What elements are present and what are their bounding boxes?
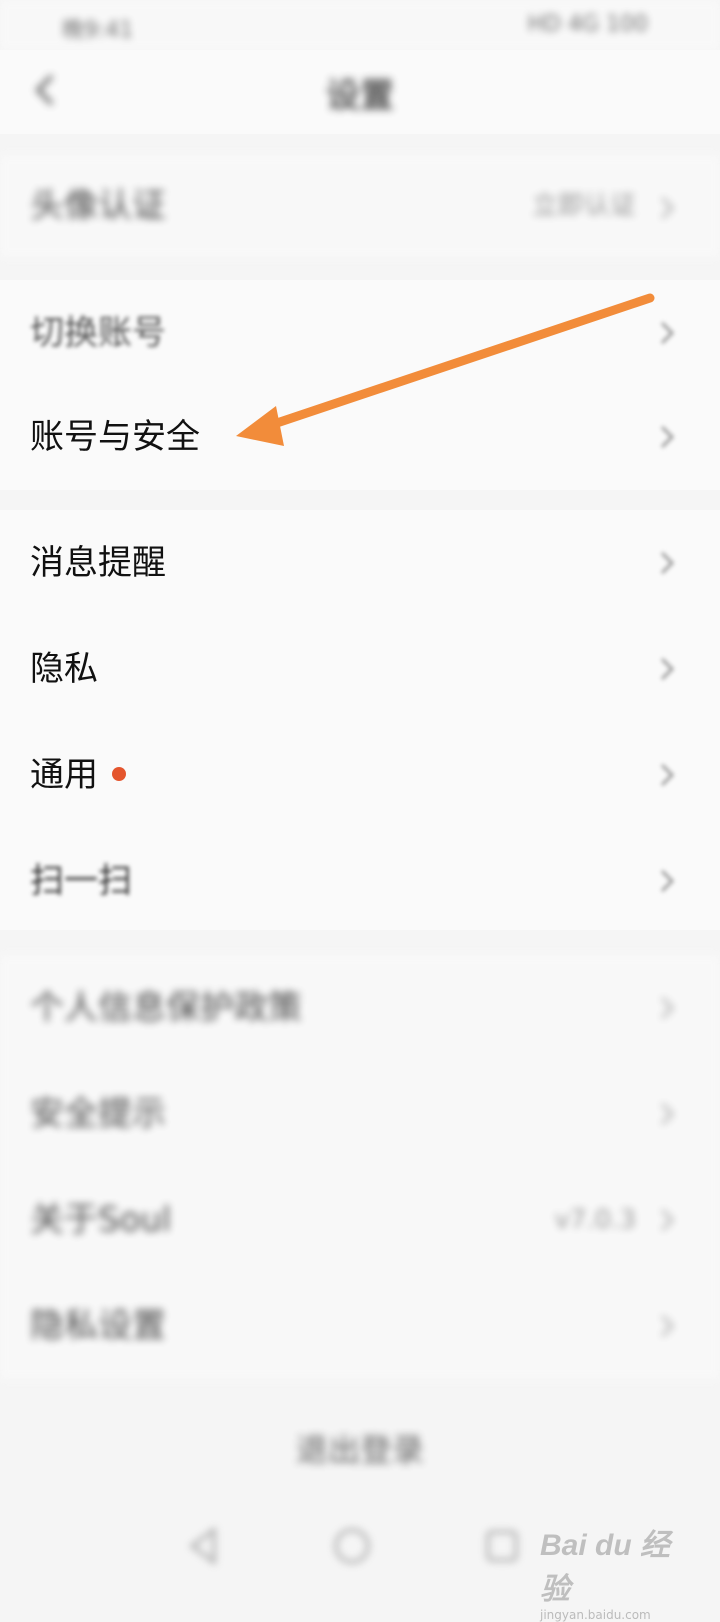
row-notifications[interactable]: 消息提醒 <box>0 510 720 616</box>
section-about: 个人信息保护政策 安全提示 关于Soul v7.0.3 隐私设置 <box>0 955 720 1379</box>
row-scan[interactable]: 扫一扫 <box>0 828 720 934</box>
red-dot-badge <box>112 766 126 781</box>
chevron-right-icon <box>660 384 684 490</box>
row-avatar-auth[interactable]: 头像认证 立即认证 <box>0 155 720 257</box>
section-account: 切换账号 账号与安全 <box>0 280 720 490</box>
row-label: 扫一扫 <box>30 861 132 901</box>
section-general: 消息提醒 隐私 通用 扫一扫 <box>0 510 720 930</box>
row-label: 头像认证 <box>30 186 166 226</box>
row-label: 个人信息保护政策 <box>30 988 302 1028</box>
chevron-right-icon <box>660 510 684 616</box>
baidu-jingyan-watermark: Bai du 经验 jingyan.baidu.com <box>540 1520 680 1622</box>
chevron-right-icon <box>660 155 684 261</box>
chevron-right-icon <box>660 955 684 1061</box>
logout-button[interactable]: 退出登录 <box>0 1400 720 1510</box>
chevron-right-icon <box>660 828 684 934</box>
chevron-right-icon <box>660 280 684 386</box>
status-time: 晚9:41 <box>62 18 134 43</box>
chevron-right-icon <box>660 1273 684 1379</box>
nav-recents-icon[interactable] <box>480 1524 524 1568</box>
row-value: v7.0.3 <box>554 1205 636 1235</box>
row-general[interactable]: 通用 <box>0 722 720 828</box>
chevron-right-icon <box>660 722 684 828</box>
status-bar: 晚9:41 HD 4G 100 <box>0 0 720 50</box>
chevron-right-icon <box>660 1167 684 1273</box>
watermark-brand: Bai du 经验 <box>540 1529 671 1606</box>
row-value: 立即认证 <box>531 191 636 221</box>
row-label: 隐私设置 <box>30 1306 166 1346</box>
row-privacy-policy[interactable]: 个人信息保护政策 <box>0 955 720 1061</box>
nav-back-icon[interactable] <box>182 1524 226 1568</box>
row-label: 消息提醒 <box>30 543 166 583</box>
row-security-tips[interactable]: 安全提示 <box>0 1061 720 1167</box>
row-label: 关于Soul <box>30 1200 172 1240</box>
status-icons: HD 4G 100 <box>527 12 648 37</box>
chevron-right-icon <box>660 616 684 722</box>
row-switch-account[interactable]: 切换账号 <box>0 280 720 386</box>
row-privacy[interactable]: 隐私 <box>0 616 720 722</box>
nav-home-icon[interactable] <box>330 1524 374 1568</box>
row-label: 通用 <box>30 755 98 795</box>
watermark-url: jingyan.baidu.com <box>540 1608 651 1622</box>
row-label: 切换账号 <box>30 313 166 353</box>
page-title: 设置 <box>326 76 394 116</box>
chevron-right-icon <box>660 1061 684 1167</box>
row-about[interactable]: 关于Soul v7.0.3 <box>0 1167 720 1273</box>
top-bar: 设置 <box>0 50 720 134</box>
row-label: 账号与安全 <box>30 417 200 457</box>
row-account-security[interactable]: 账号与安全 <box>0 384 720 490</box>
row-label-wrap: 通用 <box>30 722 126 828</box>
row-label: 隐私 <box>30 649 98 689</box>
row-label: 安全提示 <box>30 1094 166 1134</box>
row-privacy-settings[interactable]: 隐私设置 <box>0 1273 720 1379</box>
section-avatar-auth: 头像认证 立即认证 <box>0 155 720 257</box>
